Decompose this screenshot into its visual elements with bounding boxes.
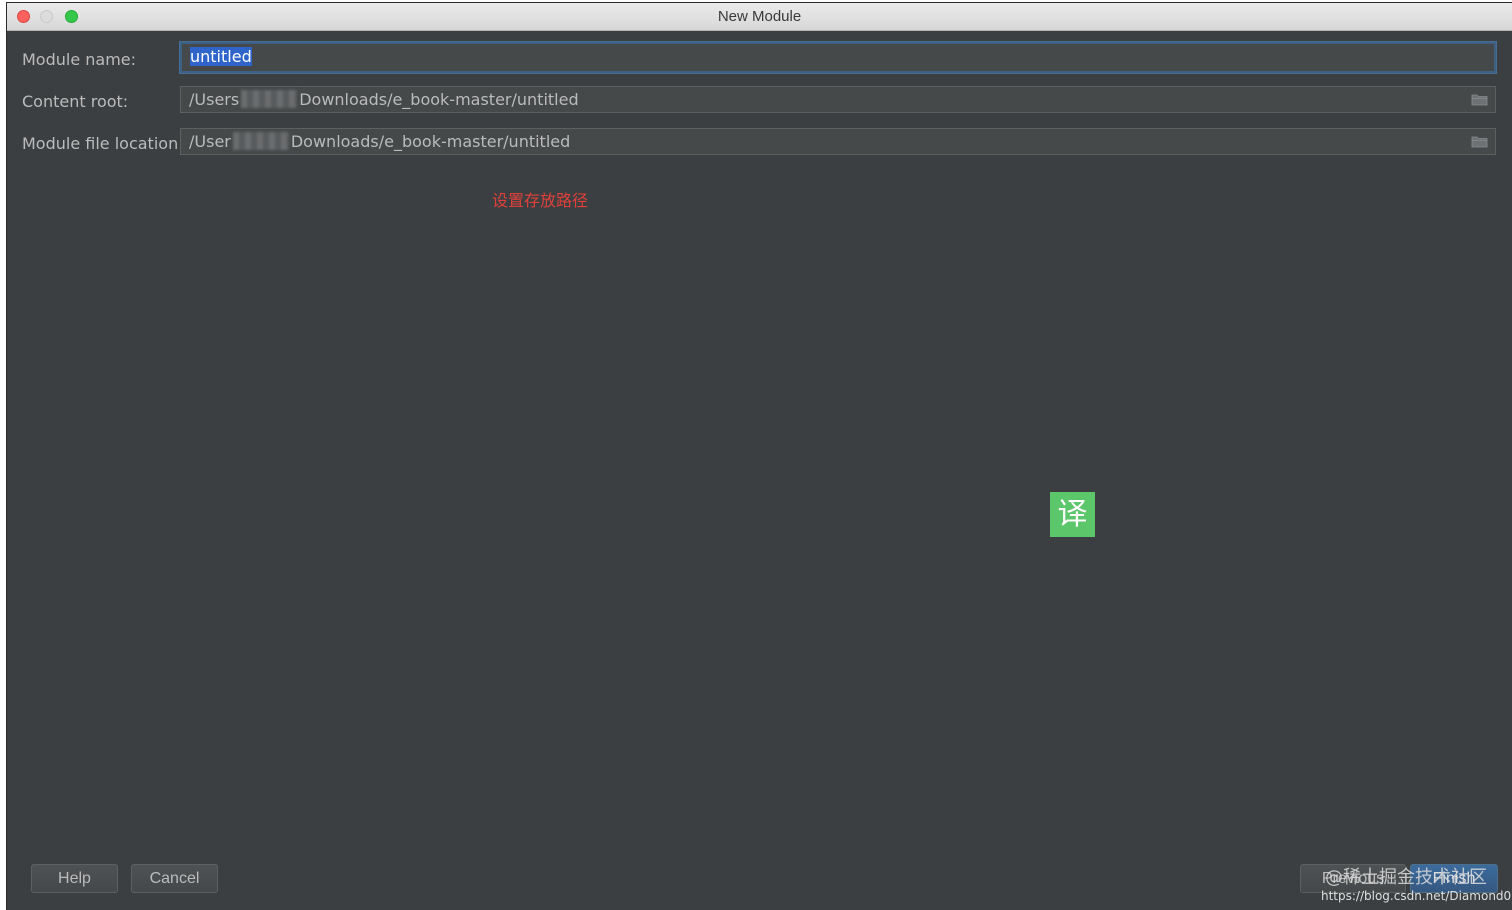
content-root-value-suffix: Downloads/e_book-master/untitled — [299, 90, 579, 109]
watermark-text: @稀土掘金技术社区 — [1325, 867, 1487, 888]
title-bar: New Module — [7, 3, 1512, 31]
watermark-url: https://blog.csdn.net/Diamond0728 — [1321, 889, 1512, 903]
folder-icon[interactable] — [1471, 135, 1488, 148]
folder-icon[interactable] — [1471, 93, 1488, 106]
cancel-button[interactable]: Cancel — [131, 864, 218, 893]
translate-icon[interactable]: 译 — [1050, 492, 1095, 537]
content-root-label: Content root: — [22, 92, 129, 111]
module-file-location-value-suffix: Downloads/e_book-master/untitled — [290, 132, 571, 151]
module-file-location-label: Module file location: — [22, 134, 184, 153]
redacted-username — [241, 90, 298, 108]
module-name-label: Module name: — [22, 50, 137, 69]
window-title: New Module — [717, 8, 802, 25]
help-button[interactable]: Help — [31, 864, 118, 893]
content-root-input[interactable]: /Users Downloads/e_book-master/untitled — [180, 86, 1496, 113]
module-name-input[interactable]: untitled — [180, 42, 1496, 73]
module-name-value: untitled — [190, 47, 252, 66]
new-module-dialog: New Module Module name: untitled Content… — [7, 3, 1512, 910]
module-file-location-value-prefix: /User — [189, 132, 231, 151]
annotation-text: 设置存放路径 — [492, 191, 589, 210]
module-file-location-input[interactable]: /User Downloads/e_book-master/untitled — [180, 128, 1496, 155]
content-root-value-prefix: /Users — [189, 90, 240, 109]
redacted-username — [232, 132, 289, 150]
